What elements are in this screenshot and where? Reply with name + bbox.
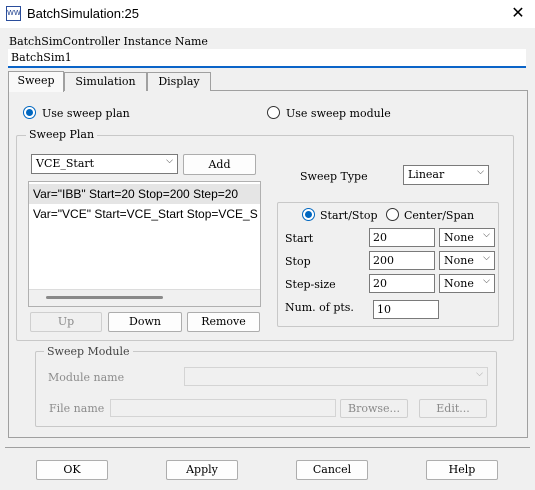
start-stop-radio[interactable] [302, 208, 315, 221]
chevron-down-icon: ⌵ [476, 369, 483, 379]
down-button[interactable]: Down [108, 312, 182, 332]
up-button[interactable]: Up [30, 312, 102, 332]
file-name-label: File name [49, 402, 105, 415]
stop-label: Stop [285, 255, 311, 268]
step-unit-select[interactable]: None ⌵ [439, 274, 495, 293]
window-title: BatchSimulation:25 [27, 6, 140, 21]
chevron-down-icon: ⌵ [483, 276, 490, 286]
step-size-label: Step-size [285, 278, 336, 291]
cancel-button[interactable]: Cancel [296, 460, 368, 480]
footer-separator [5, 447, 530, 448]
list-item[interactable]: Var="IBB" Start=20 Stop=200 Step=20 [29, 184, 260, 204]
sweep-variable-select[interactable]: VCE_Start ⌵ [31, 154, 178, 174]
center-span-radio[interactable] [386, 208, 399, 221]
stop-unit-value: None [444, 254, 474, 267]
module-name-select[interactable]: ⌵ [184, 367, 488, 386]
num-pts-label: Num. of pts. [285, 301, 354, 314]
help-button[interactable]: Help [426, 460, 498, 480]
instance-name-input[interactable]: BatchSim1 [8, 49, 526, 68]
sweep-type-label: Sweep Type [300, 170, 368, 183]
step-size-input[interactable]: 20 [369, 274, 435, 293]
num-pts-value: 10 [377, 303, 391, 316]
apply-button[interactable]: Apply [166, 460, 238, 480]
add-button[interactable]: Add [183, 154, 256, 175]
chevron-down-icon: ⌵ [166, 156, 173, 166]
use-sweep-module-radio[interactable] [267, 106, 280, 119]
instance-name-label: BatchSimController Instance Name [9, 35, 208, 48]
chevron-down-icon: ⌵ [483, 230, 490, 240]
list-item[interactable]: Var="VCE" Start=VCE_Start Stop=VCE_S [29, 205, 260, 225]
stop-unit-select[interactable]: None ⌵ [439, 251, 495, 270]
close-icon[interactable]: ✕ [506, 2, 530, 26]
tab-sweep[interactable]: Sweep [8, 71, 64, 92]
sweep-module-title: Sweep Module [44, 345, 133, 358]
use-sweep-plan-label: Use sweep plan [42, 107, 130, 120]
ok-button[interactable]: OK [36, 460, 108, 480]
chevron-down-icon: ⌵ [483, 253, 490, 263]
app-icon: WW [6, 6, 21, 21]
module-name-label: Module name [48, 371, 125, 384]
tab-simulation[interactable]: Simulation [64, 72, 147, 91]
start-unit-select[interactable]: None ⌵ [439, 228, 495, 247]
file-name-input[interactable] [110, 399, 336, 417]
tab-display[interactable]: Display [147, 72, 211, 91]
step-unit-value: None [444, 277, 474, 290]
center-span-label: Center/Span [404, 209, 475, 222]
start-input[interactable]: 20 [369, 228, 435, 247]
use-sweep-module-label: Use sweep module [286, 107, 391, 120]
sweep-variable-value: VCE_Start [36, 157, 95, 170]
start-value: 20 [373, 231, 387, 244]
instance-name-value: BatchSim1 [11, 51, 72, 64]
stop-input[interactable]: 200 [369, 251, 435, 270]
remove-button[interactable]: Remove [187, 312, 260, 332]
sweep-type-select[interactable]: Linear ⌵ [403, 165, 489, 185]
sweep-type-value: Linear [408, 168, 445, 181]
browse-button[interactable]: Browse... [340, 399, 408, 418]
horizontal-scrollbar[interactable] [29, 289, 260, 306]
scrollbar-thumb[interactable] [46, 296, 163, 299]
start-label: Start [285, 232, 314, 245]
start-unit-value: None [444, 231, 474, 244]
num-pts-input[interactable]: 10 [373, 300, 439, 319]
start-stop-label: Start/Stop [320, 209, 378, 222]
sweep-plan-title: Sweep Plan [26, 128, 98, 141]
chevron-down-icon: ⌵ [477, 167, 484, 177]
use-sweep-plan-radio[interactable] [23, 106, 36, 119]
stop-value: 200 [373, 254, 394, 267]
step-size-value: 20 [373, 277, 387, 290]
edit-button[interactable]: Edit... [419, 399, 487, 418]
